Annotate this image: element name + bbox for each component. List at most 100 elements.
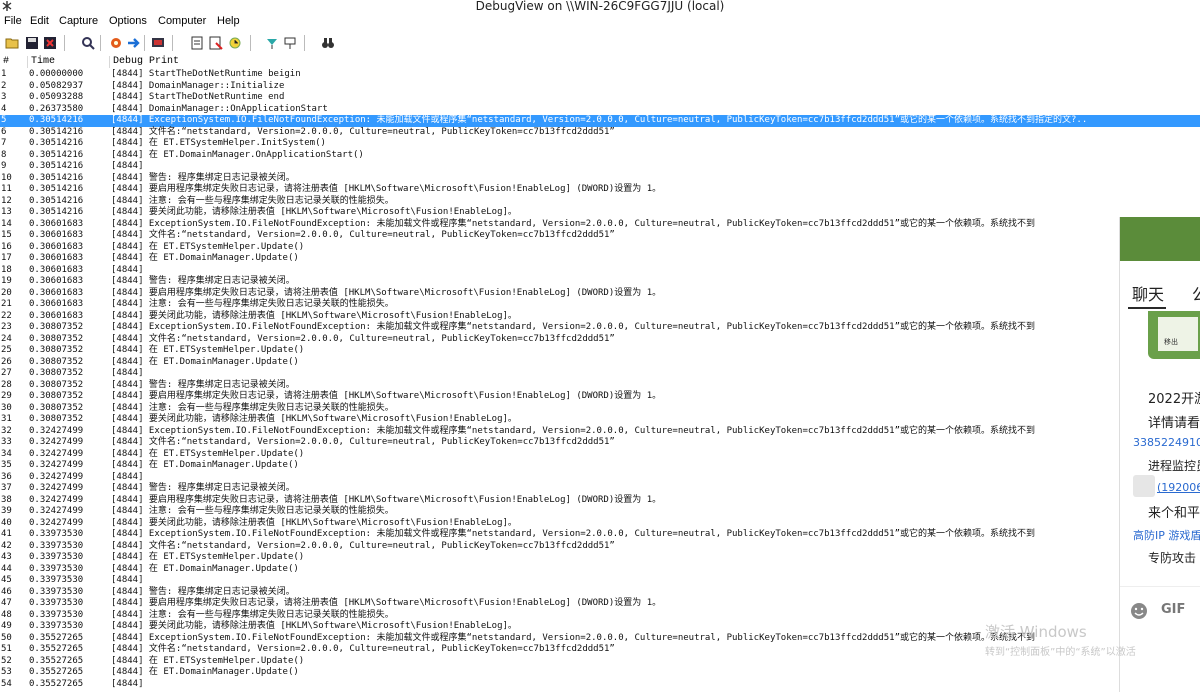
chat-image[interactable]: 移出 [1148, 311, 1200, 359]
table-row[interactable]: 47 0.33973530 [4844] 要启用程序集绑定失败日志记录，请将注册表值… [0, 598, 1200, 610]
row-number: 22 [1, 310, 12, 321]
table-row[interactable]: 25 0.30807352 [4844] 在 ET.ETSystemHelper.U… [0, 345, 1200, 357]
table-row[interactable]: 5 0.30514216 [4844] ExceptionSystem.IO.Fil… [0, 115, 1200, 127]
table-row[interactable]: 53 0.35527265 [4844] 在 ET.DomainManager.Up… [0, 667, 1200, 679]
table-row[interactable]: 48 0.33973530 [4844] 注意: 会有一些与程序集绑定失败日志记录关… [0, 610, 1200, 622]
table-row[interactable]: 12 0.30514216 [4844] 注意: 会有一些与程序集绑定失败日志记录关… [0, 196, 1200, 208]
row-number: 29 [1, 391, 12, 401]
table-row[interactable]: 16 0.30601683 [4844] 在 ET.ETSystemHelper.U… [0, 242, 1200, 254]
clock-icon[interactable] [227, 35, 243, 51]
table-row[interactable]: 37 0.32427499 [4844] 警告: 程序集绑定日志记录被关闭。 [0, 483, 1200, 495]
autoscroll-icon[interactable] [126, 35, 142, 51]
table-row[interactable]: 29 0.30807352 [4844] 要启用程序集绑定失败日志记录，请将注册表值… [0, 391, 1200, 403]
tab-chat[interactable]: 聊天 [1132, 281, 1164, 305]
row-number: 35 [1, 460, 12, 470]
table-row[interactable]: 31 0.30807352 [4844] 要关闭此功能，请移除注册表值 [HKLM\… [0, 414, 1200, 426]
table-row[interactable]: 6 0.30514216 [4844] 文件名:“netstandard, Vers… [0, 127, 1200, 139]
table-row[interactable]: 7 0.30514216 [4844] 在 ET.ETSystemHelper.In… [0, 138, 1200, 150]
table-row[interactable]: 42 0.33973530 [4844] 文件名:“netstandard, Ver… [0, 541, 1200, 553]
open-icon[interactable] [5, 35, 21, 51]
table-row[interactable]: 32 0.32427499 [4844] ExceptionSystem.IO.Fi… [0, 426, 1200, 438]
table-row[interactable]: 14 0.30601683 [4844] ExceptionSystem.IO.Fi… [0, 219, 1200, 231]
table-row[interactable]: 26 0.30807352 [4844] 在 ET.DomainManager.Up… [0, 357, 1200, 369]
table-row[interactable]: 41 0.33973530 [4844] ExceptionSystem.IO.Fi… [0, 529, 1200, 541]
tab-other[interactable]: 公 [1192, 281, 1200, 305]
clear-icon[interactable] [42, 35, 58, 51]
column-header: # Time Debug Print [0, 56, 1200, 68]
table-row[interactable]: 34 0.32427499 [4844] 在 ET.ETSystemHelper.U… [0, 449, 1200, 461]
table-row[interactable]: 46 0.33973530 [4844] 警告: 程序集绑定日志记录被关闭。 [0, 587, 1200, 599]
table-row[interactable]: 27 0.30807352 [4844] [0, 368, 1200, 380]
menu-computer[interactable]: Computer [158, 15, 206, 27]
menu-capture[interactable]: Capture [59, 15, 98, 27]
table-row[interactable]: 28 0.30807352 [4844] 警告: 程序集绑定日志记录被关闭。 [0, 380, 1200, 392]
table-row[interactable]: 3 0.05093288 [4844] StartTheDotNetRuntime … [0, 92, 1200, 104]
table-row[interactable]: 23 0.30807352 [4844] ExceptionSystem.IO.Fi… [0, 322, 1200, 334]
table-row[interactable]: 2 0.05082937 [4844] DomainManager::Initial… [0, 81, 1200, 93]
row-time: 0.26373580 [29, 103, 84, 114]
capture-icon[interactable] [108, 35, 124, 51]
column-time[interactable]: Time [28, 56, 110, 68]
menu-help[interactable]: Help [217, 15, 240, 27]
table-row[interactable]: 43 0.33973530 [4844] 在 ET.ETSystemHelper.U… [0, 552, 1200, 564]
table-row[interactable]: 36 0.32427499 [4844] [0, 472, 1200, 484]
table-row[interactable]: 40 0.32427499 [4844] 要关闭此功能，请移除注册表值 [HKLM\… [0, 518, 1200, 530]
table-row[interactable]: 8 0.30514216 [4844] 在 ET.DomainManager.OnA… [0, 150, 1200, 162]
row-message: [4844] 在 ET.DomainManager.Update() [111, 460, 299, 470]
row-time: 0.30601683 [29, 276, 84, 286]
table-row[interactable]: 24 0.30807352 [4844] 文件名:“netstandard, Ver… [0, 334, 1200, 346]
row-number: 23 [1, 322, 12, 332]
table-row[interactable]: 15 0.30601683 [4844] 文件名:“netstandard, Ver… [0, 230, 1200, 242]
row-number: 11 [1, 184, 12, 194]
table-row[interactable]: 9 0.30514216 [4844] [0, 161, 1200, 173]
row-message: [4844] DomainManager::Initialize [111, 80, 285, 91]
save-icon[interactable] [24, 35, 40, 51]
table-row[interactable]: 19 0.30601683 [4844] 警告: 程序集绑定日志记录被关闭。 [0, 276, 1200, 288]
row-time: 0.33973530 [29, 586, 84, 597]
gif-icon[interactable]: GIF [1161, 602, 1185, 617]
table-row[interactable]: 44 0.33973530 [4844] 在 ET.DomainManager.Up… [0, 564, 1200, 576]
table-row[interactable]: 35 0.32427499 [4844] 在 ET.DomainManager.Up… [0, 460, 1200, 472]
filter-down-icon[interactable] [282, 35, 298, 51]
find-icon[interactable] [80, 35, 96, 51]
highlight-icon[interactable] [208, 35, 224, 51]
filter-icon[interactable] [190, 35, 206, 51]
table-row[interactable]: 4 0.26373580 [4844] DomainManager::OnAppli… [0, 104, 1200, 116]
table-row[interactable]: 17 0.30601683 [4844] 在 ET.DomainManager.Up… [0, 253, 1200, 265]
table-row[interactable]: 22 0.30601683 [4844] 要关闭此功能，请移除注册表值 [HKLM\… [0, 311, 1200, 323]
table-row[interactable]: 13 0.30514216 [4844] 要关闭此功能，请移除注册表值 [HKLM\… [0, 207, 1200, 219]
row-message: [4844] 在 ET.ETSystemHelper.Update() [111, 241, 305, 252]
emoji-icon[interactable] [1129, 601, 1149, 621]
binoculars-icon[interactable] [320, 35, 336, 51]
row-number: 3 [1, 92, 7, 102]
menu-file[interactable]: File [4, 15, 22, 27]
row-number: 41 [1, 529, 12, 539]
table-row[interactable]: 10 0.30514216 [4844] 警告: 程序集绑定日志记录被关闭。 [0, 173, 1200, 185]
chat-link[interactable]: 高防IP 游戏盾 [1133, 527, 1200, 543]
table-row[interactable]: 54 0.35527265 [4844] [0, 679, 1200, 691]
table-row[interactable]: 38 0.32427499 [4844] 要启用程序集绑定失败日志记录，请将注册表值… [0, 495, 1200, 507]
table-row[interactable]: 18 0.30601683 [4844] [0, 265, 1200, 277]
table-row[interactable]: 21 0.30601683 [4844] 注意: 会有一些与程序集绑定失败日志记录关… [0, 299, 1200, 311]
row-time: 0.30807352 [29, 379, 84, 390]
table-row[interactable]: 33 0.32427499 [4844] 文件名:“netstandard, Ver… [0, 437, 1200, 449]
avatar[interactable] [1133, 475, 1155, 497]
table-row[interactable]: 39 0.32427499 [4844] 注意: 会有一些与程序集绑定失败日志记录关… [0, 506, 1200, 518]
chat-link[interactable]: (192006 [1157, 481, 1200, 494]
column-debug-print[interactable]: Debug Print [110, 56, 1200, 68]
table-row[interactable]: 1 0.00000000 [4844] StartTheDotNetRuntime … [0, 69, 1200, 81]
row-time: 0.30601683 [29, 287, 84, 298]
column-number[interactable]: # [0, 56, 28, 68]
menu-edit[interactable]: Edit [30, 15, 49, 27]
row-time: 0.33973530 [29, 563, 84, 574]
menu-options[interactable]: Options [109, 15, 147, 27]
connect-icon[interactable] [150, 35, 166, 51]
down-arrow-icon[interactable] [264, 35, 280, 51]
chat-link[interactable]: 3385224910 [1133, 436, 1200, 449]
row-message: [4844] [111, 368, 144, 378]
table-row[interactable]: 45 0.33973530 [4844] [0, 575, 1200, 587]
table-row[interactable]: 20 0.30601683 [4844] 要启用程序集绑定失败日志记录，请将注册表值… [0, 288, 1200, 300]
row-message: [4844] 注意: 会有一些与程序集绑定失败日志记录关联的性能损失。 [111, 299, 394, 309]
table-row[interactable]: 30 0.30807352 [4844] 注意: 会有一些与程序集绑定失败日志记录关… [0, 403, 1200, 415]
table-row[interactable]: 11 0.30514216 [4844] 要启用程序集绑定失败日志记录，请将注册表值… [0, 184, 1200, 196]
